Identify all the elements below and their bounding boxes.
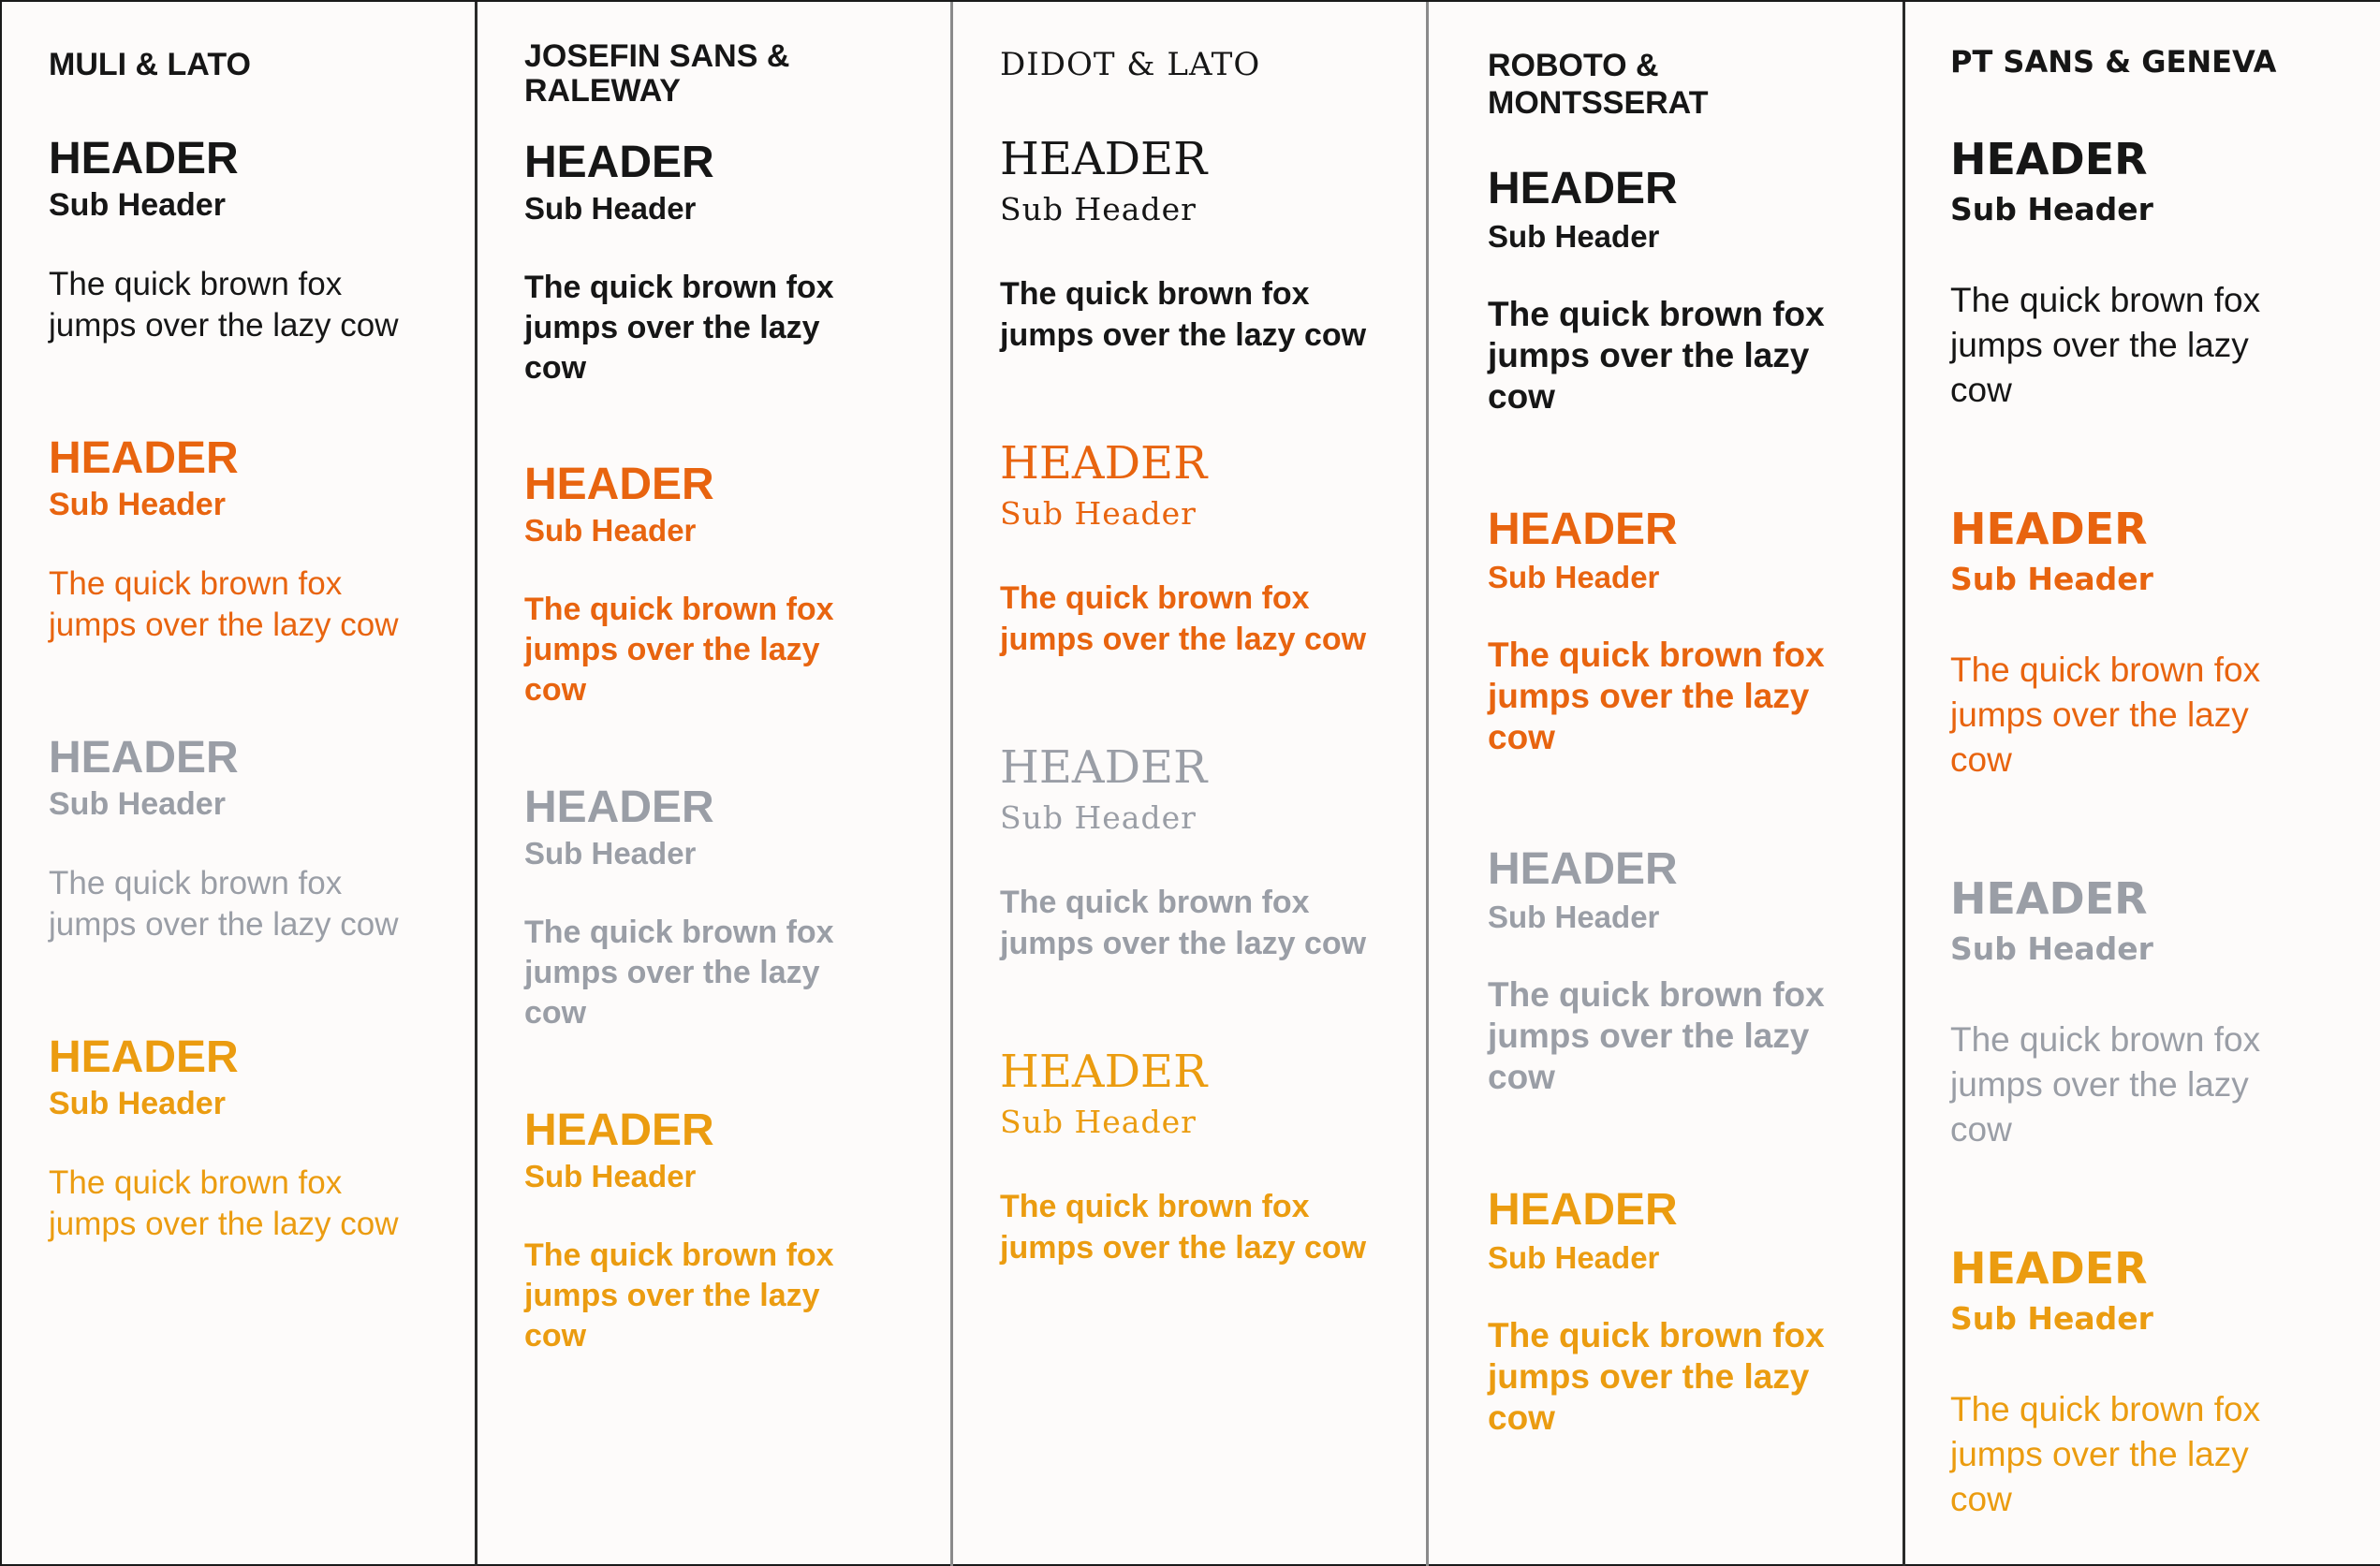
sample-header: HEADER [1000, 1046, 1208, 1098]
sample-sub-header: Sub Header [49, 786, 226, 822]
sample-header: HEADER [1488, 164, 1678, 213]
sample-sub-header: Sub Header [524, 1159, 697, 1193]
sample-header: HEADER [1950, 873, 2148, 924]
sample-sub-header: Sub Header [524, 513, 697, 548]
sample-header: HEADER [1950, 504, 2148, 554]
sample-sub-header: Sub Header [1488, 560, 1660, 594]
sample-body-text: The quick brown fox jumps over the lazy … [1488, 295, 1825, 416]
sample-header: HEADER [1488, 1185, 1678, 1235]
font-pair-column: DIDOT & LATO HEADER Sub Header The quick br… [1000, 2, 1412, 1566]
column-divider [950, 2, 953, 1566]
sample-sub-header: Sub Header [1950, 191, 2153, 227]
column-divider [1426, 2, 1429, 1566]
sample-body-text: The quick brown fox jumps over the lazy … [524, 1237, 834, 1354]
sample-sub-header: Sub Header [1950, 561, 2153, 597]
sample-header: HEADER [49, 134, 239, 183]
sample-body-text: The quick brown fox jumps over the lazy … [1950, 1020, 2261, 1149]
font-pair-column: PT SANS & GENEVA HEADER Sub Header The quic… [1950, 2, 2362, 1566]
sample-body-text: The quick brown fox jumps over the lazy … [1950, 1390, 2261, 1518]
sample-sub-header: Sub Header [524, 836, 697, 871]
column-title: MULI & LATO [49, 47, 251, 82]
column-divider [475, 2, 477, 1566]
sample-sub-header: Sub Header [1000, 495, 1197, 532]
column-title: ROBOTO & MONTSSERAT [1488, 48, 1709, 121]
sample-body-text: The quick brown fox jumps over the lazy … [1488, 636, 1825, 756]
column-title: PT SANS & GENEVA [1950, 44, 2277, 80]
sample-body-text: The quick brown fox jumps over the lazy … [1950, 651, 2261, 779]
sample-sub-header: Sub Header [49, 1086, 226, 1121]
font-pairing-board: MULI & LATO HEADER Sub Header The quick bro… [0, 0, 2380, 1566]
column-divider [1903, 2, 1905, 1566]
sample-body-text: The quick brown fox jumps over the lazy … [1488, 975, 1825, 1096]
sample-sub-header: Sub Header [1000, 1104, 1197, 1140]
sample-header: HEADER [1950, 1243, 2148, 1294]
sample-body-text: The quick brown fox jumps over the lazy … [49, 266, 399, 344]
sample-body-text: The quick brown fox jumps over the lazy … [524, 592, 834, 708]
font-pair-column: ROBOTO & MONTSSERAT HEADER Sub Header The q… [1488, 2, 1900, 1566]
font-pair-column: JOSEFIN SANS & RALEWAY HEADER Sub Header Th… [524, 2, 936, 1566]
sample-body-text: The quick brown fox jumps over the lazy … [524, 270, 834, 386]
sample-sub-header: Sub Header [1000, 799, 1197, 836]
sample-body-text: The quick brown fox jumps over the lazy … [1000, 1189, 1367, 1266]
sample-body-text: The quick brown fox jumps over the lazy … [1488, 1316, 1825, 1437]
sample-body-text: The quick brown fox jumps over the lazy … [1000, 885, 1367, 961]
sample-sub-header: Sub Header [1950, 930, 2153, 967]
sample-header: HEADER [1488, 505, 1678, 554]
sample-sub-header: Sub Header [1000, 191, 1197, 227]
sample-header: HEADER [49, 733, 239, 783]
sample-header: HEADER [1000, 133, 1208, 185]
sample-sub-header: Sub Header [49, 187, 226, 223]
font-pair-column: MULI & LATO HEADER Sub Header The quick bro… [49, 2, 461, 1566]
sample-sub-header: Sub Header [1488, 1240, 1660, 1275]
sample-body-text: The quick brown fox jumps over the lazy … [1000, 580, 1367, 657]
sample-header: HEADER [524, 138, 714, 187]
column-title: JOSEFIN SANS & RALEWAY [524, 38, 790, 109]
sample-header: HEADER [49, 433, 239, 483]
sample-body-text: The quick brown fox jumps over the lazy … [49, 565, 399, 643]
sample-header: HEADER [524, 1105, 714, 1155]
sample-header: HEADER [524, 783, 714, 832]
sample-body-text: The quick brown fox jumps over the lazy … [1000, 276, 1367, 353]
sample-sub-header: Sub Header [1488, 219, 1660, 254]
sample-body-text: The quick brown fox jumps over the lazy … [524, 915, 834, 1031]
sample-header: HEADER [1000, 741, 1208, 794]
sample-sub-header: Sub Header [524, 191, 697, 226]
sample-header: HEADER [1000, 437, 1208, 490]
sample-header: HEADER [524, 460, 714, 509]
sample-sub-header: Sub Header [49, 487, 226, 522]
column-title: DIDOT & LATO [1000, 46, 1261, 83]
sample-body-text: The quick brown fox jumps over the lazy … [1950, 281, 2261, 409]
sample-sub-header: Sub Header [1488, 900, 1660, 934]
sample-header: HEADER [1488, 844, 1678, 894]
sample-sub-header: Sub Header [1950, 1300, 2153, 1337]
sample-body-text: The quick brown fox jumps over the lazy … [49, 865, 399, 943]
sample-header: HEADER [1950, 134, 2148, 184]
sample-body-text: The quick brown fox jumps over the lazy … [49, 1164, 399, 1242]
sample-header: HEADER [49, 1032, 239, 1082]
